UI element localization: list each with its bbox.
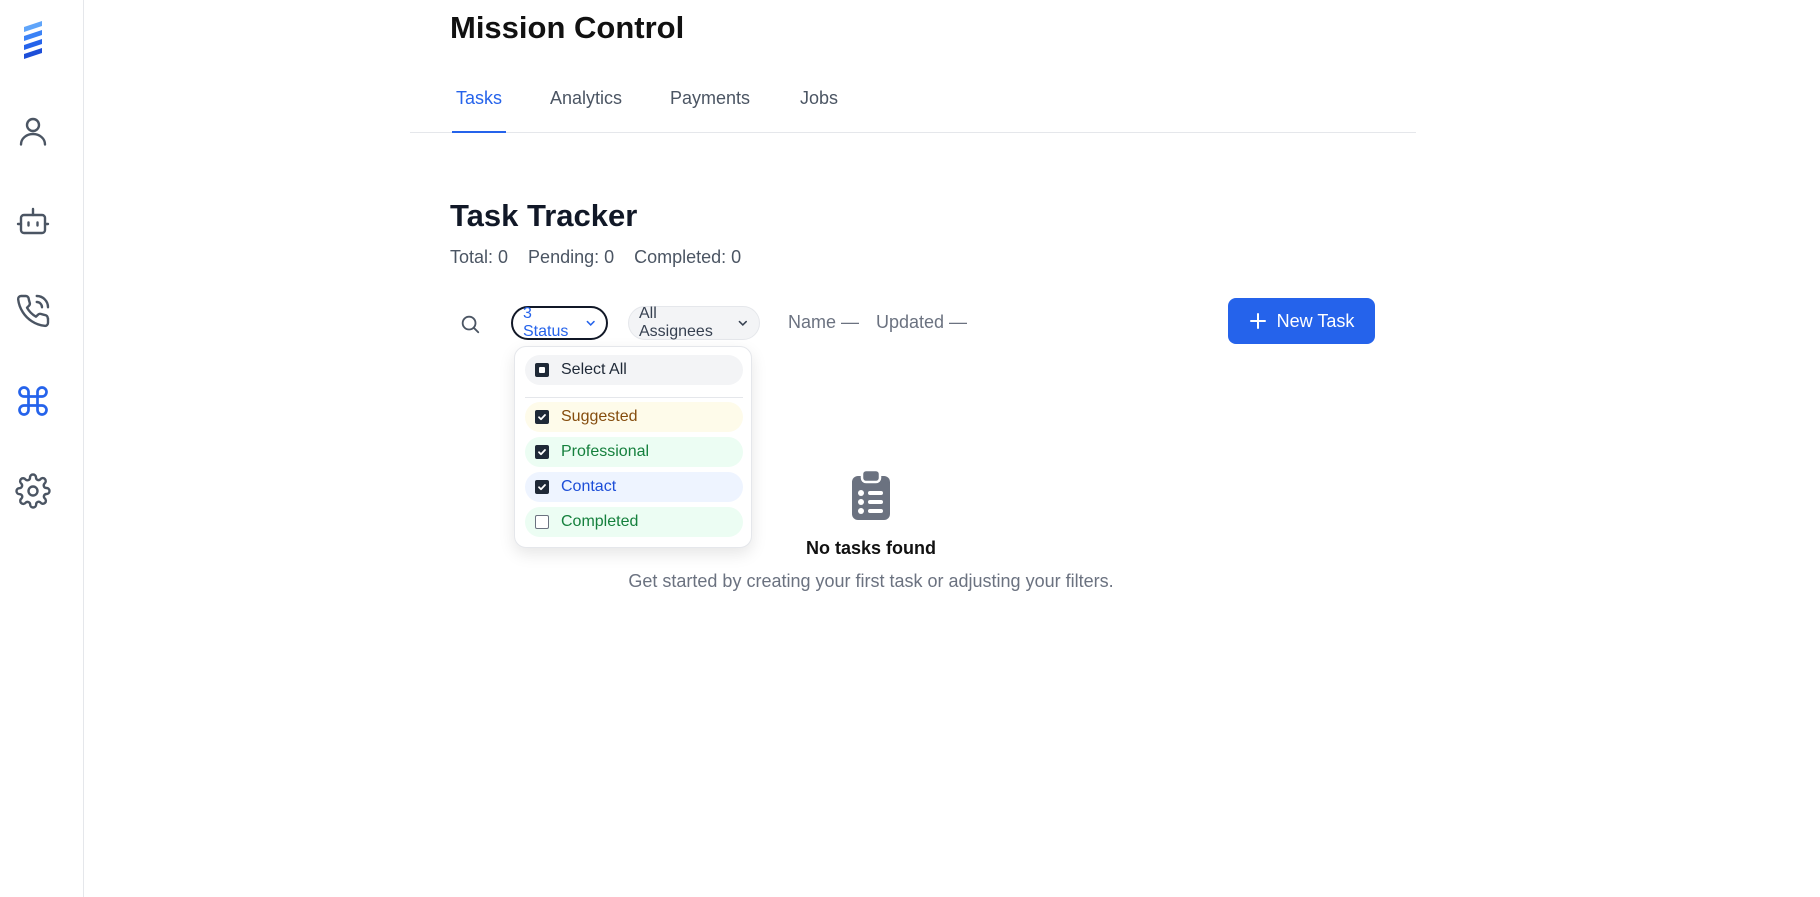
tab-payments[interactable]: Payments [666, 88, 754, 133]
empty-state-subtitle: Get started by creating your first task … [628, 571, 1114, 591]
checkbox-checked-icon[interactable] [535, 480, 549, 494]
user-icon[interactable] [12, 110, 54, 152]
search-icon [461, 315, 480, 334]
tab-analytics[interactable]: Analytics [546, 88, 626, 133]
sort-updated[interactable]: Updated — [876, 312, 967, 333]
partial-checkbox-icon[interactable] [535, 363, 549, 377]
search-button[interactable] [454, 308, 486, 340]
status-option-label: Suggested [561, 408, 638, 425]
status-option-professional[interactable]: Professional [525, 437, 743, 467]
tab-jobs[interactable]: Jobs [796, 88, 842, 133]
new-task-button[interactable]: New Task [1228, 298, 1375, 344]
status-option-completed[interactable]: Completed [525, 507, 743, 537]
status-dropdown: Select All Suggested Professional Contac… [514, 346, 752, 548]
logo-icon[interactable] [12, 18, 54, 60]
chevron-down-icon [586, 320, 595, 326]
task-stats: Total: 0 Pending: 0 Completed: 0 [450, 247, 741, 268]
status-option-label: Contact [561, 478, 617, 495]
sidebar [0, 0, 84, 897]
section-title: Task Tracker [450, 198, 638, 233]
stat-total: Total: 0 [450, 247, 509, 267]
stat-pending: Pending: 0 [528, 247, 615, 267]
new-task-label: New Task [1276, 310, 1355, 331]
sort-name[interactable]: Name — [788, 312, 859, 333]
page-title: Mission Control [450, 10, 685, 45]
status-filter-label: 3 Status [523, 305, 569, 340]
select-all-label: Select All [561, 361, 627, 378]
bot-icon[interactable] [12, 200, 54, 242]
status-option-suggested[interactable]: Suggested [525, 402, 743, 432]
divider [525, 397, 743, 398]
checkbox-unchecked-icon[interactable] [535, 515, 549, 529]
select-all-option[interactable]: Select All [525, 355, 743, 385]
stat-completed: Completed: 0 [634, 247, 742, 267]
assignee-filter-label: All Assignees [639, 305, 713, 340]
status-option-label: Completed [561, 513, 639, 530]
checkbox-checked-icon[interactable] [535, 410, 549, 424]
command-icon[interactable] [12, 380, 54, 422]
status-option-label: Professional [561, 443, 650, 460]
main-content: Mission Control Tasks Analytics Payments… [410, 0, 1416, 897]
tab-bar: Tasks Analytics Payments Jobs [410, 70, 1416, 133]
status-option-contact[interactable]: Contact [525, 472, 743, 502]
checkbox-checked-icon[interactable] [535, 445, 549, 459]
status-filter[interactable]: 3 Status [511, 305, 608, 340]
tab-tasks[interactable]: Tasks [452, 88, 507, 133]
assignee-filter[interactable]: All Assignees [628, 305, 760, 340]
plus-icon [1249, 313, 1266, 329]
phone-icon[interactable] [12, 290, 54, 332]
clipboard-list-icon [852, 470, 890, 520]
chevron-down-icon [739, 320, 748, 327]
gear-icon[interactable] [12, 470, 54, 512]
